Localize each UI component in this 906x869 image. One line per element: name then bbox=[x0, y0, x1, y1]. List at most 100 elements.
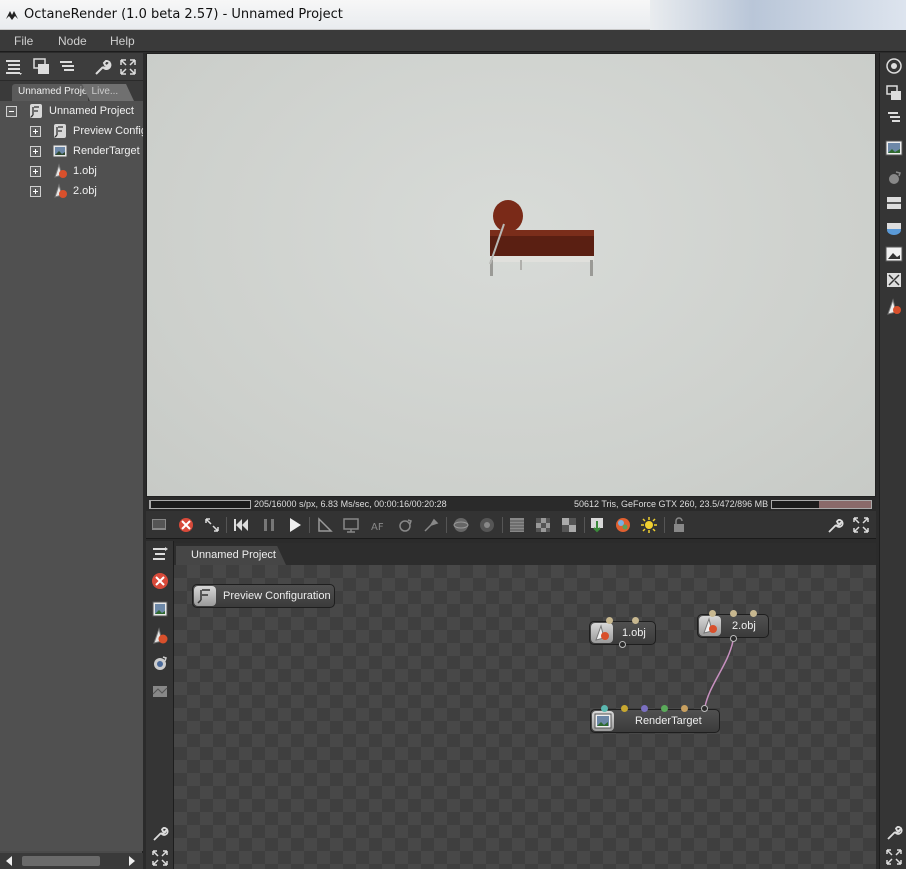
snapshot-icon[interactable] bbox=[150, 516, 168, 534]
image-settings-icon[interactable] bbox=[885, 194, 903, 212]
output-pin[interactable] bbox=[619, 641, 626, 648]
node-label: 2.obj bbox=[732, 620, 756, 632]
tab-unnamed-project[interactable]: Unnamed Project bbox=[12, 84, 88, 101]
expand-toggle[interactable] bbox=[30, 186, 41, 197]
render-progress-fill bbox=[150, 501, 152, 508]
tree-item-1-obj[interactable]: 1.obj bbox=[30, 163, 143, 181]
layers-icon[interactable] bbox=[56, 56, 78, 78]
menu-node[interactable]: Node bbox=[58, 34, 87, 48]
tab-unnamed-project[interactable]: Unnamed Project bbox=[176, 546, 286, 565]
viewport-toolbar: AF bbox=[146, 511, 876, 539]
image-icon[interactable] bbox=[885, 245, 903, 263]
mesh-icon bbox=[54, 163, 67, 178]
maximize-icon[interactable] bbox=[117, 56, 139, 78]
mesh-icon bbox=[54, 183, 67, 198]
wrench-icon[interactable] bbox=[91, 56, 113, 78]
node-graph-canvas[interactable]: Preview Configuration 1.obj 2.obj Render… bbox=[174, 565, 876, 869]
window-title: OctaneRender (1.0 beta 2.57) - Unnamed P… bbox=[24, 7, 343, 22]
tree-item-preview-configuration[interactable]: Preview Configuration bbox=[30, 123, 143, 141]
scroll-right-icon[interactable] bbox=[126, 855, 138, 867]
light-icon[interactable] bbox=[640, 516, 658, 534]
tree-label: 2.obj bbox=[73, 185, 97, 197]
maximize-icon[interactable] bbox=[852, 516, 870, 534]
wrench-icon[interactable] bbox=[150, 823, 170, 843]
windows-icon[interactable] bbox=[31, 56, 53, 78]
maximize-icon[interactable] bbox=[885, 848, 903, 866]
node-label: RenderTarget bbox=[635, 715, 702, 727]
monitor-icon[interactable] bbox=[342, 516, 360, 534]
tree-item-unnamed-project[interactable]: Unnamed Project bbox=[6, 103, 143, 121]
fit-view-icon[interactable] bbox=[203, 516, 221, 534]
node-label: 1.obj bbox=[622, 627, 646, 639]
lock-icon[interactable] bbox=[670, 516, 688, 534]
input-pin[interactable] bbox=[709, 610, 716, 617]
checker-icon[interactable] bbox=[534, 516, 552, 534]
camera-rotate-icon[interactable] bbox=[396, 516, 414, 534]
sphere-dark-icon[interactable] bbox=[478, 516, 496, 534]
render-progress-bar bbox=[149, 500, 251, 509]
kernel-icon[interactable] bbox=[885, 271, 903, 289]
input-pin[interactable] bbox=[621, 705, 628, 712]
expand-toggle[interactable] bbox=[30, 146, 41, 157]
render-statusbar: 205/16000 s/px, 6.83 Ms/sec, 00:00:16/00… bbox=[146, 497, 876, 511]
svg-text:AF: AF bbox=[371, 522, 384, 533]
play-icon[interactable] bbox=[286, 516, 304, 534]
menu-help[interactable]: Help bbox=[110, 34, 135, 48]
layers-icon[interactable] bbox=[885, 108, 903, 126]
collapse-toggle[interactable] bbox=[6, 106, 17, 117]
wrench-icon[interactable] bbox=[885, 823, 903, 841]
tree-label: 1.obj bbox=[73, 165, 97, 177]
input-pin[interactable] bbox=[632, 617, 639, 624]
wrench-icon[interactable] bbox=[826, 516, 844, 534]
input-pin-geometry[interactable] bbox=[701, 705, 708, 712]
scrollbar-thumb[interactable] bbox=[22, 856, 100, 866]
alpha-icon[interactable] bbox=[560, 516, 578, 534]
tab-live[interactable]: Live... bbox=[82, 84, 134, 101]
input-pin[interactable] bbox=[661, 705, 668, 712]
list-view-icon[interactable] bbox=[3, 56, 25, 78]
windows-icon[interactable] bbox=[885, 84, 903, 102]
pause-icon[interactable] bbox=[260, 516, 278, 534]
expand-toggle[interactable] bbox=[30, 166, 41, 177]
render-target-icon bbox=[592, 711, 614, 731]
autofocus-icon[interactable]: AF bbox=[370, 516, 388, 534]
expand-toggle[interactable] bbox=[30, 126, 41, 137]
mesh-icon[interactable] bbox=[885, 298, 903, 316]
render-viewport[interactable] bbox=[146, 53, 876, 497]
clear-icon[interactable] bbox=[150, 571, 170, 591]
rewind-icon[interactable] bbox=[232, 516, 250, 534]
horizontal-scrollbar[interactable] bbox=[0, 853, 143, 869]
separator bbox=[446, 517, 447, 533]
pattern-stripes-icon[interactable] bbox=[508, 516, 526, 534]
set-square-icon[interactable] bbox=[316, 516, 334, 534]
import-icon[interactable] bbox=[588, 516, 606, 534]
node-preview-configuration[interactable]: Preview Configuration bbox=[192, 584, 335, 608]
tree-label: Unnamed Project bbox=[49, 105, 134, 117]
material-icon[interactable] bbox=[614, 516, 632, 534]
input-pin[interactable] bbox=[601, 705, 608, 712]
clear-icon[interactable] bbox=[177, 516, 195, 534]
scroll-left-icon[interactable] bbox=[3, 855, 15, 867]
menu-file[interactable]: File bbox=[14, 34, 33, 48]
render-target-icon[interactable] bbox=[885, 139, 903, 157]
input-pin[interactable] bbox=[681, 705, 688, 712]
camera-view-icon[interactable] bbox=[885, 57, 903, 75]
node-list-icon[interactable] bbox=[150, 544, 170, 564]
input-pin[interactable] bbox=[750, 610, 757, 617]
input-pin[interactable] bbox=[730, 610, 737, 617]
camera-icon[interactable] bbox=[885, 168, 903, 186]
tree-item-rendertarget[interactable]: RenderTarget bbox=[30, 143, 143, 161]
output-pin[interactable] bbox=[730, 635, 737, 642]
environment-icon[interactable] bbox=[150, 680, 170, 700]
pick-focus-icon[interactable] bbox=[422, 516, 440, 534]
render-target-icon[interactable] bbox=[150, 599, 170, 619]
sphere-icon[interactable] bbox=[452, 516, 470, 534]
node-rendertarget[interactable]: RenderTarget bbox=[590, 709, 720, 733]
input-pin[interactable] bbox=[606, 617, 613, 624]
maximize-icon[interactable] bbox=[150, 848, 170, 868]
tree-item-2-obj[interactable]: 2.obj bbox=[30, 183, 143, 201]
mesh-icon[interactable] bbox=[150, 626, 170, 646]
input-pin[interactable] bbox=[641, 705, 648, 712]
camera-icon[interactable] bbox=[150, 653, 170, 673]
environment-icon[interactable] bbox=[885, 219, 903, 237]
